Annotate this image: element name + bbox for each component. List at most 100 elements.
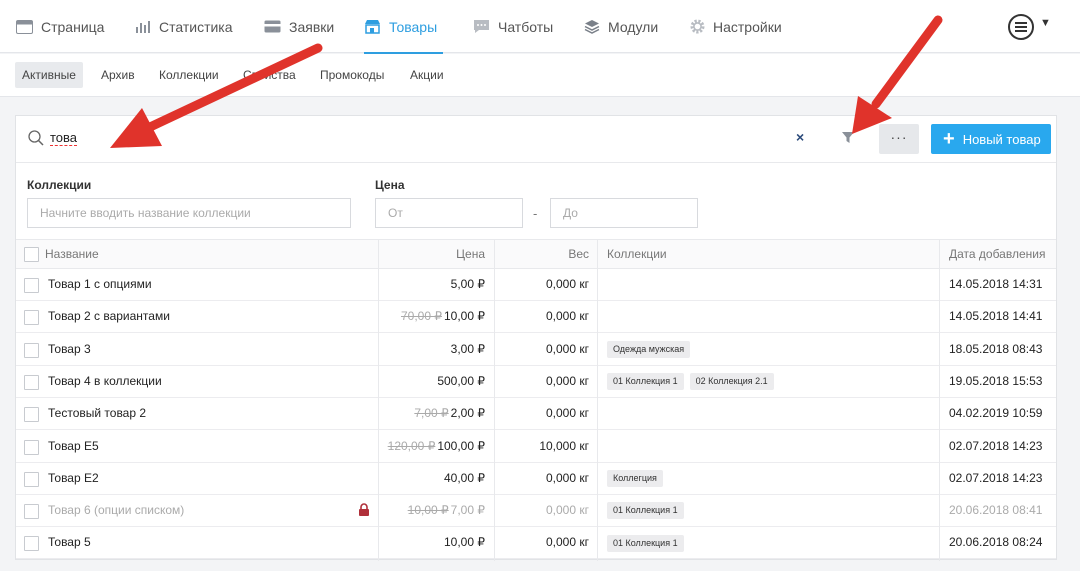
chat-icon: [474, 20, 489, 33]
product-price: 5,00 ₽: [378, 269, 485, 300]
subtab-promotions[interactable]: Акции: [403, 62, 451, 88]
product-price: 120,00 ₽100,00 ₽: [378, 431, 485, 462]
table-row[interactable]: Товар E2 40,00 ₽ 0,000 кг Коллегция 02.07.20…: [16, 463, 1056, 495]
product-date: 19.05.2018 15:53: [949, 373, 1043, 388]
product-price: 10,00 ₽7,00 ₽: [378, 495, 485, 526]
column-name[interactable]: Название: [45, 240, 99, 269]
product-weight: 0,000 кг: [546, 503, 589, 518]
lock-icon: [359, 503, 369, 517]
current-price: 2,00 ₽: [450, 406, 485, 421]
collection-tag: 01 Коллекция 1: [607, 373, 684, 391]
product-name[interactable]: Товар E2: [48, 463, 99, 494]
table-row[interactable]: Товар 3 3,00 ₽ 0,000 кг Одежда мужская 18.05…: [16, 334, 1056, 366]
products-card: това × ··· + Новый товар Коллекции Начни…: [15, 115, 1057, 561]
row-checkbox[interactable]: [24, 439, 39, 455]
table-row[interactable]: Товар 2 с вариантами 70,00 ₽10,00 ₽ 0,000 …: [16, 301, 1056, 334]
tab-products[interactable]: Товары: [364, 0, 444, 54]
table-row[interactable]: Товар E5 120,00 ₽100,00 ₽ 10,000 кг 02.07.2…: [16, 431, 1056, 463]
table-row[interactable]: Тестовый товар 2 7,00 ₽2,00 ₽ 0,000 кг 04.0…: [16, 398, 1056, 431]
row-checkbox[interactable]: [24, 471, 39, 487]
price-to-input[interactable]: До: [550, 198, 698, 228]
tab-label: Страница: [41, 18, 105, 35]
chevron-down-icon[interactable]: ▼: [1040, 17, 1051, 29]
row-checkbox[interactable]: [24, 504, 39, 520]
tab-label: Настройки: [713, 18, 782, 35]
subtab-archive[interactable]: Архив: [94, 62, 142, 88]
price-range-dash: -: [533, 206, 538, 221]
table-row[interactable]: Товар 5 10,00 ₽ 0,000 кг 01 Коллекция 1 20.0…: [16, 527, 1056, 560]
product-date: 14.05.2018 14:31: [949, 277, 1043, 291]
product-date: 02.07.2018 14:23: [949, 438, 1043, 453]
product-name[interactable]: Товар 1 с опциями: [48, 269, 152, 300]
row-checkbox[interactable]: [24, 407, 39, 423]
tab-requests[interactable]: Заявки: [264, 0, 334, 53]
card-icon: [264, 20, 281, 33]
price-from-input[interactable]: От: [375, 198, 523, 228]
product-name[interactable]: Товар 4 в коллекции: [48, 366, 162, 397]
clear-search-icon[interactable]: ×: [796, 129, 804, 145]
current-price: 40,00 ₽: [444, 470, 485, 485]
layers-icon: [584, 20, 600, 34]
product-date: 20.06.2018 08:41: [949, 503, 1043, 518]
subtab-active[interactable]: Активные: [15, 62, 83, 88]
table-row[interactable]: Товар 4 в коллекции 500,00 ₽ 0,000 кг 01 Ко…: [16, 366, 1056, 398]
page-icon: [16, 19, 33, 34]
row-checkbox[interactable]: [24, 278, 39, 293]
select-all-checkbox[interactable]: [24, 247, 39, 262]
more-button[interactable]: ···: [879, 124, 919, 154]
subtab-promocodes[interactable]: Промокоды: [313, 62, 391, 88]
new-product-label: Новый товар: [962, 131, 1041, 147]
product-date: 02.07.2018 14:23: [949, 470, 1043, 485]
tab-settings[interactable]: Настройки: [690, 0, 782, 53]
current-price: 10,00 ₽: [444, 309, 485, 324]
search-input[interactable]: това: [50, 131, 78, 146]
product-price: 40,00 ₽: [378, 463, 485, 494]
product-weight: 10,000 кг: [539, 438, 589, 453]
product-collections: 01 Коллекция 1: [607, 527, 690, 558]
sub-navigation: Активные Архив Коллекции Свойства Промок…: [0, 54, 1080, 97]
column-weight[interactable]: Вес: [496, 240, 589, 269]
filter-icon[interactable]: [842, 132, 854, 144]
current-price: 10,00 ₽: [444, 535, 485, 550]
product-date: 20.06.2018 08:24: [949, 535, 1043, 550]
product-weight: 0,000 кг: [546, 470, 589, 485]
tab-chatbots[interactable]: Чатботы: [473, 0, 553, 53]
row-checkbox[interactable]: [24, 310, 39, 326]
subtab-collections[interactable]: Коллекции: [152, 62, 226, 88]
row-checkbox[interactable]: [24, 374, 39, 390]
column-collections[interactable]: Коллекции: [607, 240, 667, 269]
plus-icon: +: [943, 128, 955, 150]
product-name[interactable]: Товар 3: [48, 334, 91, 365]
product-weight: 0,000 кг: [546, 373, 589, 388]
product-name[interactable]: Товар 6 (опции списком): [48, 495, 184, 526]
column-date[interactable]: Дата добавления: [949, 240, 1045, 269]
collections-filter-input[interactable]: Начните вводить название коллекции: [27, 198, 351, 228]
row-checkbox[interactable]: [24, 342, 39, 358]
table-row[interactable]: Товар 1 с опциями 5,00 ₽ 0,000 кг 14.05.201…: [16, 269, 1056, 301]
product-name[interactable]: Товар 2 с вариантами: [48, 301, 170, 332]
product-name[interactable]: Товар 5: [48, 527, 91, 558]
old-price: 7,00 ₽: [414, 406, 449, 421]
product-name[interactable]: Товар E5: [48, 431, 99, 462]
product-weight: 0,000 кг: [546, 406, 589, 421]
tab-label: Товары: [389, 18, 438, 35]
tab-modules[interactable]: Модули: [584, 0, 658, 53]
store-icon: [365, 20, 380, 34]
search-icon: [28, 130, 44, 146]
menu-icon[interactable]: [1008, 14, 1034, 40]
divider: [16, 162, 1056, 163]
product-price: 70,00 ₽10,00 ₽: [378, 301, 485, 332]
column-divider: [378, 239, 379, 561]
column-price[interactable]: Цена: [378, 240, 485, 269]
product-price: 7,00 ₽2,00 ₽: [378, 398, 485, 429]
tab-label: Чатботы: [498, 18, 554, 35]
tab-page[interactable]: Страница: [16, 0, 104, 53]
column-divider: [939, 239, 940, 561]
row-checkbox[interactable]: [24, 536, 39, 552]
product-name[interactable]: Тестовый товар 2: [48, 398, 146, 429]
product-collections: Коллегция: [607, 463, 669, 494]
new-product-button[interactable]: + Новый товар: [931, 124, 1051, 154]
tab-statistics[interactable]: Статистика: [135, 0, 233, 53]
table-row[interactable]: Товар 6 (опции списком) 10,00 ₽7,00 ₽ 0,00…: [16, 495, 1056, 528]
subtab-properties[interactable]: Свойства: [236, 62, 303, 88]
